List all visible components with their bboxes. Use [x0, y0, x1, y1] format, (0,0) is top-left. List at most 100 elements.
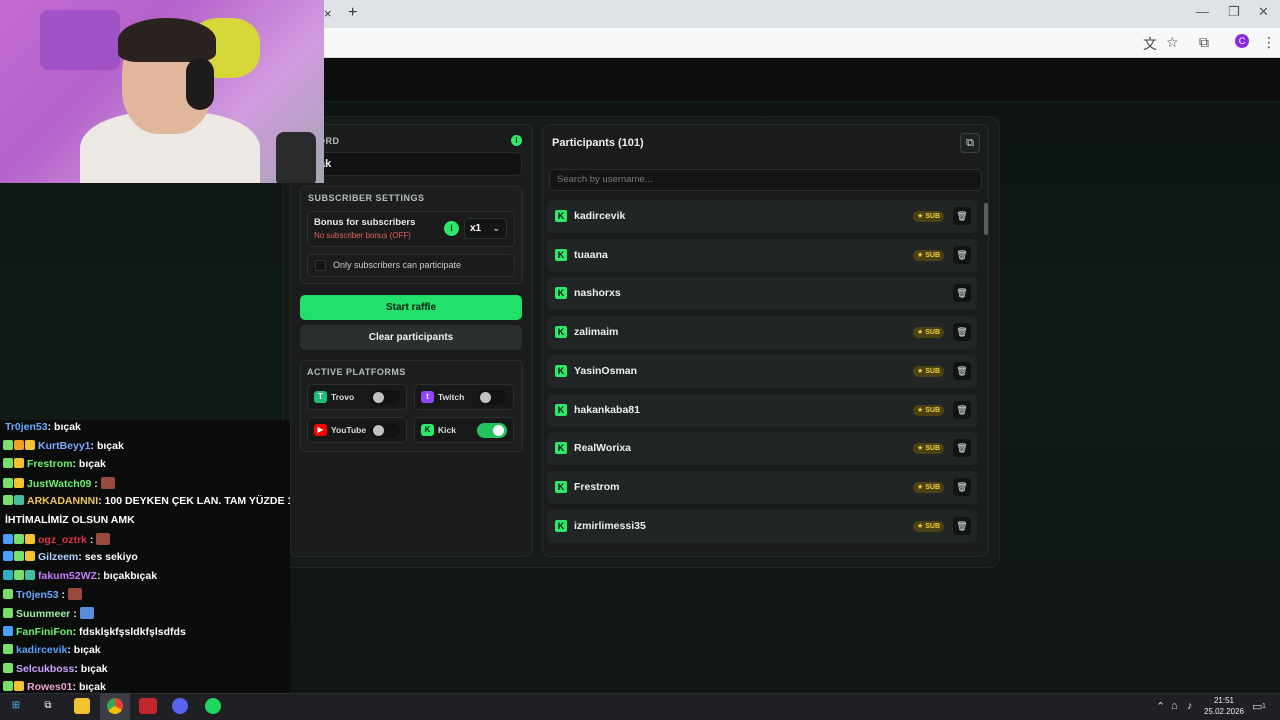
chat-badges — [3, 569, 36, 582]
trash-icon[interactable]: 🗑 — [953, 477, 971, 496]
user-badge-icon — [25, 569, 35, 580]
trash-icon[interactable]: 🗑 — [953, 323, 971, 342]
platform-twitch: t Twitch — [414, 384, 514, 410]
user-badge-icon — [3, 569, 13, 580]
chat-username[interactable]: Rowes01 — [27, 681, 73, 693]
trash-icon[interactable]: 🗑 — [953, 207, 971, 225]
network-icon[interactable]: ⌂ — [1171, 700, 1178, 712]
chat-message: FanFiniFon: fdsklşkfşsldkfşlsdfds — [3, 625, 186, 638]
trash-icon[interactable]: 🗑 — [953, 284, 971, 303]
sub-badge: ★ SUB — [912, 211, 944, 222]
chat-message: KurtBeyy1: bıçak — [3, 439, 124, 452]
chrome-icon[interactable] — [107, 698, 123, 714]
trash-icon[interactable]: 🗑 — [953, 245, 971, 264]
chat-username[interactable]: kadircevik — [16, 644, 67, 656]
chat-username[interactable]: Tr0jen53 — [5, 421, 48, 433]
chat-message: Suummeer : — [3, 607, 94, 620]
clock-date: 25.02.2026 — [1203, 707, 1245, 716]
user-badge-icon — [3, 477, 13, 488]
bonus-info-icon[interactable]: i — [444, 221, 459, 236]
chat-badges — [3, 681, 25, 693]
sub-badge: ★ SUB — [912, 365, 944, 377]
trash-icon[interactable]: 🗑 — [953, 361, 971, 380]
system-clock[interactable]: 21:51 25.02.2026 — [1203, 695, 1245, 717]
chat-message: Rowes01: bıçak — [3, 681, 106, 693]
chat-badges — [3, 495, 25, 507]
profile-avatar[interactable]: C — [1235, 34, 1249, 48]
chat-username[interactable]: ARKADANNNI — [27, 495, 98, 507]
user-badge-icon — [14, 495, 24, 506]
chat-username[interactable]: Tr0jen53 — [16, 589, 59, 601]
chat-username[interactable]: fakum52WZ — [38, 570, 97, 582]
kick-toggle[interactable] — [477, 423, 507, 438]
bookmark-star-icon[interactable]: ☆ — [1166, 34, 1179, 51]
close-window-button[interactable]: ✕ — [1258, 4, 1269, 20]
kick-icon: K — [421, 424, 434, 436]
microphone — [276, 132, 316, 183]
notification-count: 1 — [1262, 703, 1266, 710]
clear-participants-button[interactable]: Clear participants — [300, 325, 522, 350]
chat-username[interactable]: JustWatch09 — [27, 478, 91, 490]
windows-start-icon[interactable]: ⊞ — [8, 698, 24, 714]
volume-icon[interactable]: ♪ — [1187, 700, 1193, 712]
wall-poster — [40, 10, 120, 70]
menu-dots-icon[interactable]: ⋮ — [1262, 34, 1276, 51]
trash-icon[interactable]: 🗑 — [953, 516, 971, 535]
extensions-icon[interactable]: ⧉ — [1199, 34, 1209, 51]
emote-icon — [96, 532, 111, 545]
trash-icon[interactable]: 🗑 — [953, 400, 971, 419]
user-badge-icon — [3, 589, 13, 600]
chat-text: İHTİMALİMİZ OLSUN AMK — [5, 514, 135, 526]
participant-search-input[interactable]: Search by username... — [549, 169, 982, 191]
restore-button[interactable]: ❐ — [1228, 4, 1240, 20]
chat-username[interactable]: Selcukboss — [16, 663, 74, 675]
task-view-icon[interactable]: ⧉ — [40, 698, 56, 714]
spotify-icon[interactable] — [205, 698, 221, 714]
discord-icon[interactable] — [172, 698, 188, 714]
scrollbar-thumb[interactable] — [984, 203, 988, 235]
minimize-button[interactable]: — — [1196, 4, 1209, 19]
participant-row: K Frestrom ★ SUB 🗑 — [547, 470, 977, 504]
participant-name: Frestrom — [574, 480, 620, 493]
trash-icon[interactable]: 🗑 — [953, 439, 971, 458]
bonus-multiplier-select[interactable]: x1 ⌄ — [464, 218, 507, 239]
streamer-hair — [118, 18, 216, 62]
copy-icon[interactable]: ⧉ — [960, 133, 980, 153]
chat-username[interactable]: Frestrom — [27, 458, 73, 470]
only-subscribers-label: Only subscribers can participate — [333, 260, 462, 270]
tab-close-icon[interactable]: × — [324, 6, 332, 21]
chat-username[interactable]: Suummeer — [16, 608, 70, 620]
participant-name: YasinOsman — [574, 364, 638, 377]
participant-row: K YasinOsman ★ SUB 🗑 — [547, 354, 977, 388]
emote-icon — [67, 588, 82, 601]
user-badge-icon — [14, 681, 24, 692]
notification-icon[interactable]: ▭ — [1252, 700, 1262, 713]
voicemeeter-icon[interactable] — [139, 698, 157, 714]
chat-username[interactable]: KurtBeyy1 — [38, 440, 91, 452]
new-tab-button[interactable]: + — [348, 4, 357, 22]
start-raffle-button[interactable]: Start raffle — [300, 295, 522, 320]
twitch-toggle[interactable] — [477, 390, 507, 405]
translate-icon[interactable]: 文 — [1143, 34, 1157, 54]
chat-badges — [3, 608, 14, 620]
participants-title: Participants (101) — [552, 137, 644, 149]
chat-message: İHTİMALİMİZ OLSUN AMK — [3, 514, 135, 526]
only-subscribers-checkbox[interactable] — [315, 260, 326, 271]
tray-chevron-icon[interactable]: ⌃ — [1156, 700, 1165, 713]
user-badge-icon — [3, 608, 13, 618]
chat-text: : 100 DEYKEN ÇEK LAN. TAM YÜZDE 1 — [98, 495, 290, 508]
chat-message: Selcukboss: bıçak — [3, 662, 108, 675]
chat-text: : bıçak — [72, 458, 106, 471]
chat-username[interactable]: FanFiniFon — [16, 626, 73, 638]
keyword-input[interactable]: ak — [300, 152, 522, 176]
file-explorer-icon[interactable] — [74, 698, 90, 714]
youtube-toggle[interactable] — [370, 423, 400, 438]
chat-badges — [3, 551, 36, 563]
chat-username[interactable]: ogz_oztrk — [38, 534, 87, 546]
chat-text: : — [91, 477, 101, 490]
trovo-toggle[interactable] — [370, 390, 400, 405]
chat-username[interactable]: Gilzeem — [38, 551, 78, 563]
keyword-info-icon[interactable]: i — [511, 135, 522, 146]
twitch-icon: t — [421, 391, 434, 403]
kick-icon: K — [555, 480, 567, 493]
